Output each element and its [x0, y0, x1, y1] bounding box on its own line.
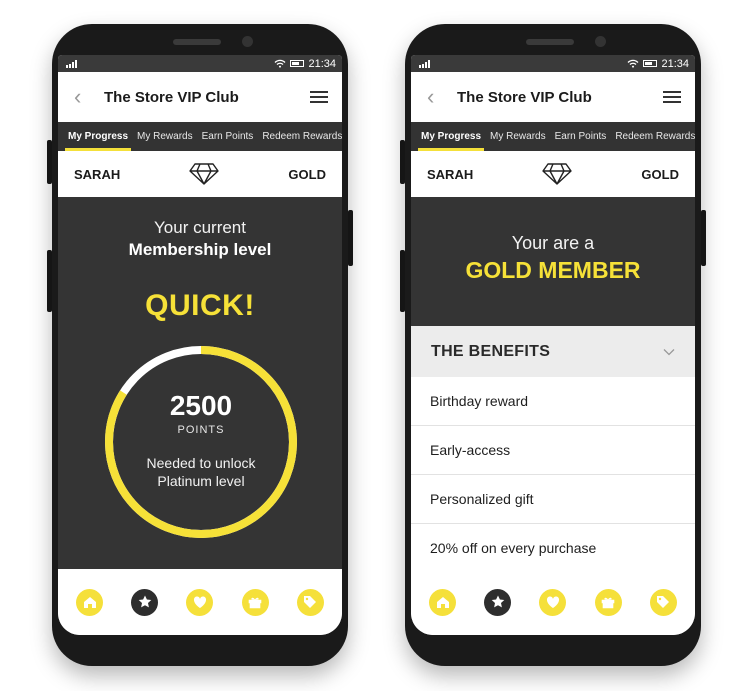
gold-pre-title: Your are a: [511, 233, 595, 253]
phone-left: 21:34 ‹ The Store VIP Club My Progress M…: [47, 24, 353, 666]
power-button: [701, 210, 706, 266]
status-time: 21:34: [308, 57, 336, 70]
tab-my-progress[interactable]: My Progress: [417, 122, 485, 151]
back-icon[interactable]: ‹: [74, 86, 88, 108]
bottom-nav: [411, 569, 695, 635]
screen-benefits: 21:34 ‹ The Store VIP Club My Progress M…: [411, 55, 695, 635]
signal-icon: [419, 59, 430, 68]
nav-star-button[interactable]: [131, 588, 159, 616]
nav-home-button[interactable]: [76, 588, 104, 616]
benefit-row: Personalized gift: [411, 475, 695, 524]
nav-star-button[interactable]: [484, 588, 512, 616]
back-icon[interactable]: ‹: [427, 86, 441, 108]
tab-earn-points[interactable]: Earn Points: [555, 122, 607, 151]
tab-my-progress[interactable]: My Progress: [64, 122, 132, 151]
menu-icon[interactable]: [663, 91, 681, 103]
unlock-line-2: Platinum level: [157, 473, 245, 489]
speaker: [526, 39, 574, 45]
heart-icon: [193, 596, 207, 608]
benefits-header[interactable]: THE BENEFITS: [411, 326, 695, 377]
status-bar: 21:34: [411, 55, 695, 72]
member-name: SARAH: [74, 166, 121, 182]
phone-right: 21:34 ‹ The Store VIP Club My Progress M…: [400, 24, 706, 666]
member-tier: GOLD: [641, 166, 679, 182]
volume-button: [47, 140, 52, 184]
status-bar: 21:34: [58, 55, 342, 72]
gold-member-panel: Your are a GOLD MEMBER: [411, 197, 695, 326]
unlock-text: Needed to unlock Platinum level: [123, 454, 279, 490]
benefits-title: THE BENEFITS: [431, 342, 551, 360]
benefit-row: Early-access: [411, 426, 695, 475]
stage: 21:34 ‹ The Store VIP Club My Progress M…: [0, 0, 754, 691]
bottom-nav: [58, 569, 342, 635]
app-bar: ‹ The Store VIP Club: [411, 72, 695, 122]
volume-button: [400, 140, 405, 184]
nav-gift-button[interactable]: [594, 588, 622, 616]
gift-icon: [601, 597, 615, 609]
tab-bar: My Progress My Rewards Earn Points Redee…: [58, 122, 342, 151]
battery-icon: [643, 60, 658, 67]
tab-redeem-rewards[interactable]: Redeem Rewards: [262, 122, 342, 151]
wifi-icon: [628, 59, 639, 68]
benefit-row: Birthday reward: [411, 377, 695, 426]
tab-my-rewards[interactable]: My Rewards: [137, 122, 193, 151]
speaker: [173, 39, 221, 45]
member-strip: SARAH GOLD: [58, 151, 342, 197]
gift-icon: [248, 597, 262, 609]
gold-member-title: GOLD MEMBER: [465, 257, 641, 283]
tab-redeem-rewards[interactable]: Redeem Rewards: [615, 122, 695, 151]
app-title: The Store VIP Club: [457, 88, 592, 106]
points-value: 2500: [169, 390, 233, 421]
star-icon: [491, 595, 505, 608]
nav-gift-button[interactable]: [241, 588, 269, 616]
member-name: SARAH: [427, 166, 474, 182]
star-icon: [138, 595, 152, 608]
wifi-icon: [275, 59, 286, 68]
nav-tag-button[interactable]: [649, 588, 677, 616]
tag-icon: [657, 596, 670, 608]
camera: [242, 36, 253, 47]
points-unit: POINTS: [177, 424, 225, 436]
nav-tag-button[interactable]: [296, 588, 324, 616]
diamond-icon: [542, 163, 573, 185]
member-strip: SARAH GOLD: [411, 151, 695, 197]
nav-heart-button[interactable]: [539, 588, 567, 616]
membership-level-value: QUICK!: [145, 289, 255, 322]
progress-ring: 2500 POINTS Needed to unlock Platinum le…: [103, 344, 299, 540]
chevron-down-icon[interactable]: [663, 348, 675, 356]
benefit-row: 20% off on every purchase: [411, 524, 695, 573]
battery-icon: [290, 60, 305, 67]
diamond-icon: [189, 163, 220, 185]
heart-icon: [546, 596, 560, 608]
nav-heart-button[interactable]: [186, 588, 214, 616]
home-icon: [436, 597, 449, 608]
unlock-line-1: Needed to unlock: [146, 455, 256, 471]
power-button: [348, 210, 353, 266]
tab-earn-points[interactable]: Earn Points: [202, 122, 254, 151]
status-time: 21:34: [661, 57, 689, 70]
signal-icon: [66, 59, 77, 68]
app-title: The Store VIP Club: [104, 88, 239, 106]
menu-icon[interactable]: [310, 91, 328, 103]
side-button: [400, 250, 405, 312]
camera: [595, 36, 606, 47]
tab-bar: My Progress My Rewards Earn Points Redee…: [411, 122, 695, 151]
current-label: Your current: [154, 218, 246, 237]
home-icon: [83, 597, 96, 608]
progress-panel: Your current Membership level QUICK! 250…: [58, 197, 342, 569]
tab-my-rewards[interactable]: My Rewards: [490, 122, 546, 151]
nav-home-button[interactable]: [429, 588, 457, 616]
app-bar: ‹ The Store VIP Club: [58, 72, 342, 122]
member-tier: GOLD: [288, 166, 326, 182]
side-button: [47, 250, 52, 312]
tag-icon: [304, 596, 317, 608]
screen-progress: 21:34 ‹ The Store VIP Club My Progress M…: [58, 55, 342, 635]
membership-level-label: Membership level: [128, 240, 272, 259]
